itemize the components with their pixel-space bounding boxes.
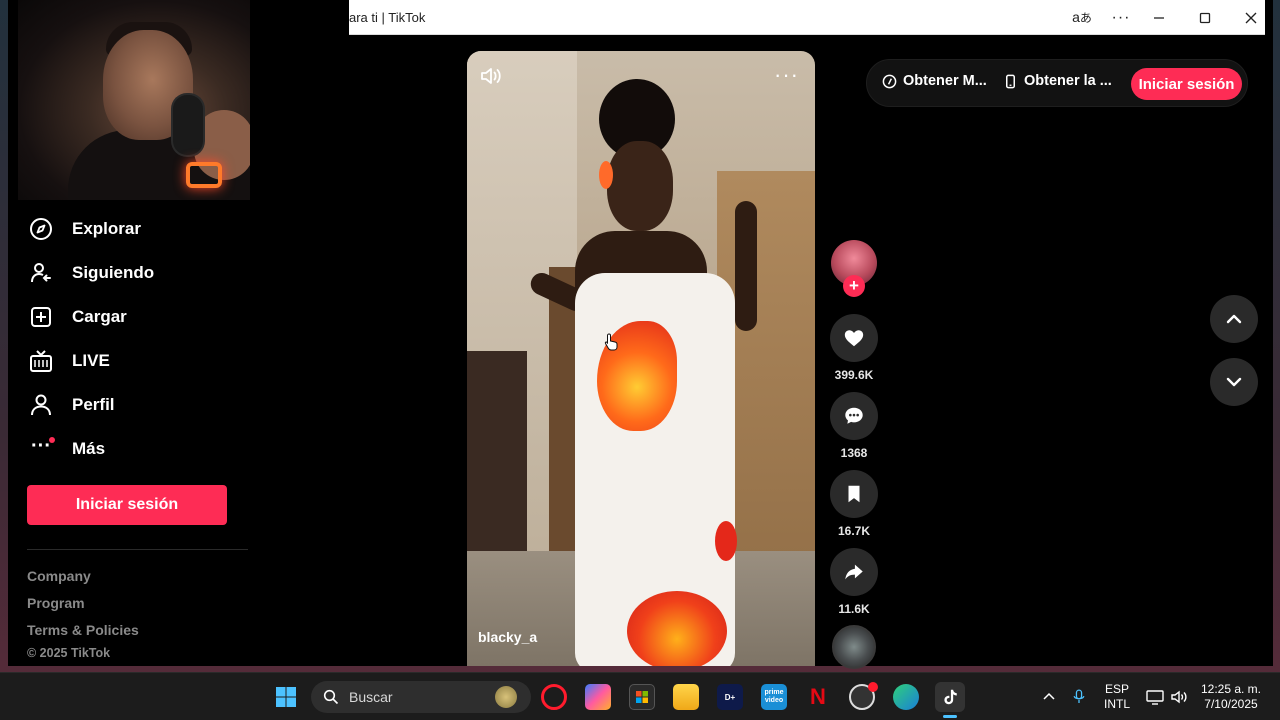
sidebar: Explorar Siguiendo Cargar LIVE Perfil ··… [8,200,258,666]
sidebar-item-label: Explorar [72,219,141,238]
microphone [173,95,203,155]
close-button[interactable] [1228,0,1274,35]
video-more-icon[interactable]: ··· [774,64,799,86]
previous-video-button[interactable] [1210,295,1258,343]
dress-flower-print [627,591,727,666]
window-titlebar[interactable]: ara ti | TikTok aあ ··· [349,0,1265,35]
phone-icon [1006,74,1015,88]
next-video-button[interactable] [1210,358,1258,406]
user-follow-icon [26,258,56,288]
upload-plus-icon [26,302,56,332]
more-dots-icon: ··· [26,434,56,464]
get-app-link[interactable]: Obtener la ... [1003,73,1112,89]
sidebar-item-perfil[interactable]: Perfil [26,389,115,421]
clock-date: 7/10/2025 [1204,697,1258,711]
store-icon[interactable] [629,684,655,710]
sidebar-item-label: LIVE [72,351,110,370]
microphone-icon[interactable] [1066,684,1092,710]
user-icon [26,390,56,420]
edge-icon[interactable] [893,684,919,710]
disney-plus-icon[interactable]: D+ [717,684,743,710]
music-disc-icon[interactable] [832,625,876,669]
top-action-bar: Obtener M... Obtener la ... Iniciar sesi… [866,59,1248,107]
dress-flower-print [715,521,737,561]
notification-badge [868,682,878,692]
follow-plus-icon[interactable]: + [843,275,865,297]
video-username[interactable]: blacky_a [478,629,537,645]
comment-icon [845,407,863,424]
sidebar-item-mas[interactable]: ··· Más [26,433,105,465]
window-title: ara ti | TikTok [349,10,426,25]
sidebar-item-explorar[interactable]: Explorar [26,213,141,245]
copilot-icon[interactable] [585,684,611,710]
video-scene-shelf [467,351,527,581]
save-button[interactable] [830,470,878,518]
video-person-head [607,141,673,231]
save-count: 16.7K [837,524,871,538]
chevron-down-icon [1226,377,1242,387]
notification-dot [49,437,55,443]
prime-video-icon[interactable]: prime video [761,684,787,710]
chevron-up-icon[interactable] [1036,684,1062,710]
maximize-button[interactable] [1182,0,1228,35]
tiktok-app-icon[interactable] [935,682,965,712]
search-placeholder: Buscar [349,689,393,705]
video-player[interactable]: ··· blacky_a [467,51,815,666]
top-login-button[interactable]: Iniciar sesión [1131,68,1242,100]
live-tv-icon [26,346,56,376]
clock-time: 12:25 a. m. [1200,682,1262,696]
language-code: ESP [1104,682,1129,696]
get-app-label: Obtener la ... [1024,73,1112,89]
compass-icon [26,214,56,244]
comment-button[interactable] [830,392,878,440]
video-person-flower [599,161,613,189]
share-icon [845,564,863,580]
keyboard-layout: INTL [1103,697,1130,711]
language-indicator[interactable]: ESP INTL [1100,682,1134,712]
file-explorer-icon[interactable] [673,684,699,710]
webcam-overlay [18,0,250,200]
sidebar-item-siguiendo[interactable]: Siguiendo [26,257,154,289]
bookmark-icon [848,485,860,503]
get-coins-link[interactable]: Obtener M... [882,73,987,89]
sidebar-item-label: Más [72,439,106,458]
comment-count: 1368 [840,446,868,460]
sidebar-item-label: Siguiendo [72,263,155,282]
search-icon [323,689,339,705]
clock[interactable]: 12:25 a. m. 7/10/2025 [1198,682,1264,712]
share-count: 11.6K [838,602,870,616]
coin-icon [882,74,897,88]
sidebar-item-cargar[interactable]: Cargar [26,301,127,333]
video-person-arm-right [735,201,757,331]
like-button[interactable] [830,314,878,362]
sidebar-divider [27,549,248,550]
windows-start-icon[interactable] [273,684,299,710]
heart-icon [844,330,864,347]
opera-icon[interactable] [541,684,567,710]
chevron-up-icon [1226,314,1242,324]
windows-taskbar: Buscar D+ prime video N ESP INTL 12:25 a… [0,672,1280,720]
search-highlight-icon [495,686,517,708]
taskbar-search[interactable]: Buscar [311,681,531,713]
share-button[interactable] [830,548,878,596]
microphone-light [186,162,222,188]
volume-icon[interactable] [479,65,503,87]
get-coins-label: Obtener M... [903,73,987,89]
volume-icon[interactable] [1166,684,1192,710]
footer-link-terms[interactable]: Terms & Policies [27,622,139,638]
active-app-indicator [943,715,957,718]
sidebar-item-live[interactable]: LIVE [26,345,110,377]
network-icon[interactable] [1142,684,1168,710]
mouse-cursor-icon [604,333,618,351]
footer-link-company[interactable]: Company [27,568,91,584]
netflix-icon[interactable]: N [805,684,831,710]
sidebar-item-label: Perfil [72,395,115,414]
obs-icon[interactable] [849,682,878,710]
minimize-button[interactable] [1136,0,1182,35]
like-count: 399.6K [834,368,874,382]
copyright-text: © 2025 TikTok [27,646,111,660]
footer-link-program[interactable]: Program [27,595,85,611]
sidebar-item-label: Cargar [72,307,127,326]
sidebar-login-button[interactable]: Iniciar sesión [27,485,227,525]
